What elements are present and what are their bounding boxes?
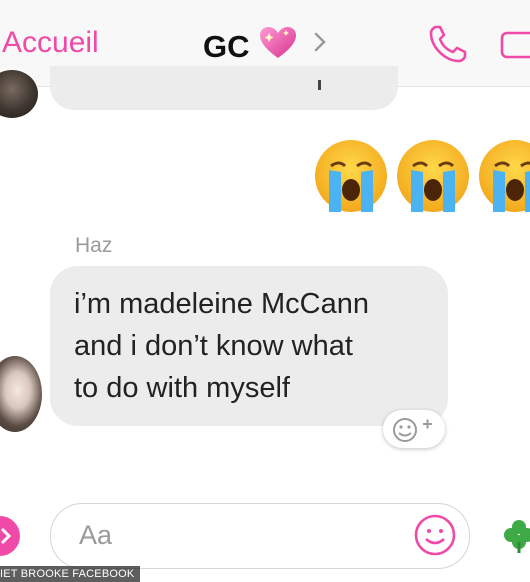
chevron-right-icon[interactable] — [314, 32, 326, 57]
crying-face-icon — [397, 140, 469, 212]
message-bubble-previous[interactable] — [50, 66, 398, 110]
emoji-button[interactable] — [412, 512, 458, 563]
text-fragment — [318, 80, 321, 90]
crying-face-icon — [479, 140, 530, 212]
message-text-line: to do with myself — [74, 372, 290, 404]
message-text-line: i’m madeleine McCann — [74, 288, 369, 320]
conversation-title-text: GC — [203, 29, 250, 64]
video-call-icon[interactable] — [499, 24, 530, 69]
smiley-icon — [414, 514, 456, 556]
crying-face-icon — [315, 140, 387, 212]
sender-name: Haz — [75, 234, 113, 257]
message-bubble[interactable]: i’m madeleine McCann and i don’t know wh… — [50, 266, 448, 426]
photo-credit-watermark: IET BROOKE FACEBOOK — [0, 566, 141, 582]
message-text-line: and i don’t know what — [74, 330, 353, 362]
phone-icon[interactable] — [426, 22, 470, 71]
message-input[interactable]: Aa — [50, 503, 470, 569]
chevron-right-icon — [0, 527, 12, 545]
smiley-plus-icon — [393, 418, 432, 442]
sparkling-heart-icon — [258, 25, 298, 69]
conversation-title[interactable]: GC — [203, 25, 298, 69]
message-input-placeholder: Aa — [79, 520, 113, 550]
more-actions-button[interactable] — [0, 516, 20, 556]
add-reaction-button[interactable] — [383, 410, 445, 448]
back-button[interactable]: Accueil — [2, 26, 99, 60]
avatar[interactable] — [0, 356, 42, 432]
sent-emoji-message[interactable] — [313, 138, 530, 214]
quick-reaction-clover-icon[interactable] — [504, 518, 530, 562]
